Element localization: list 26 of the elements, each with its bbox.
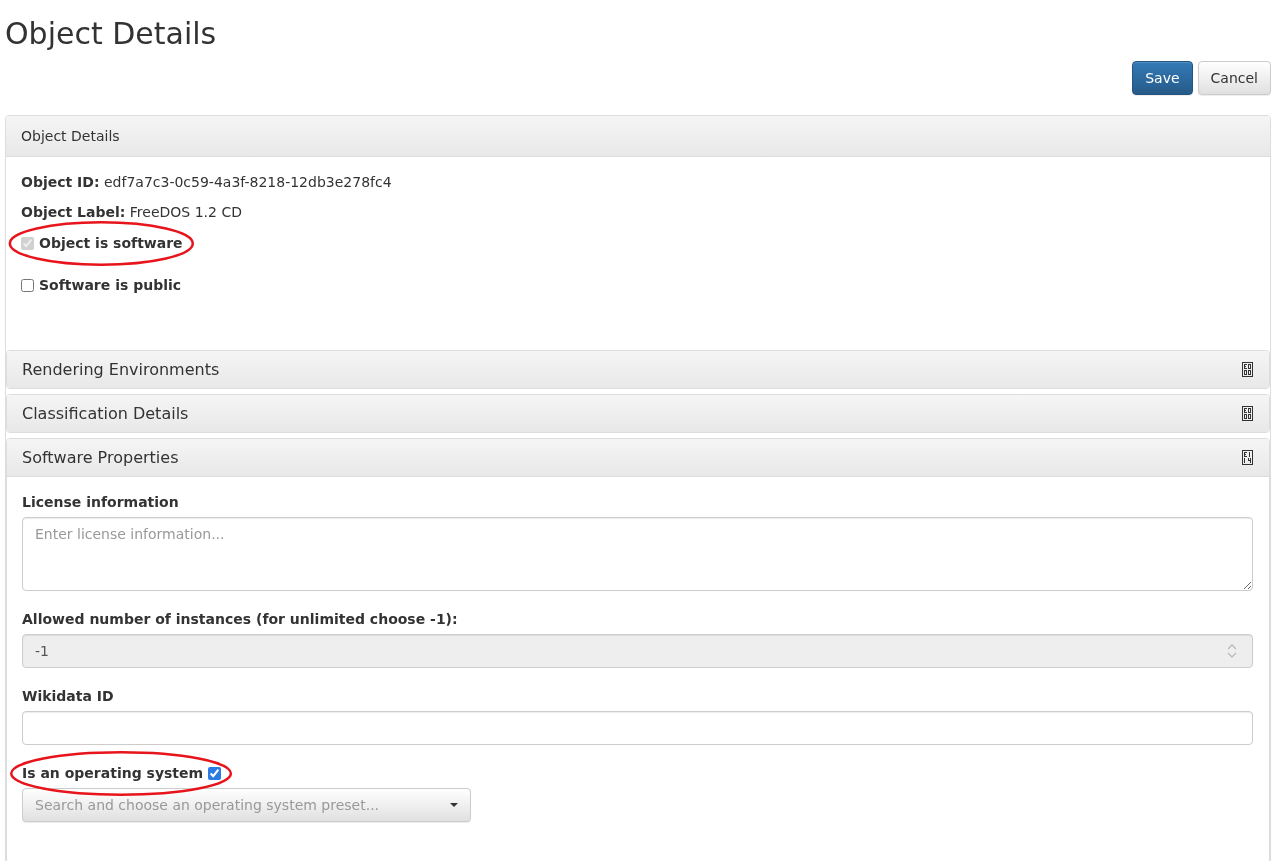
detail-text: Object Label: FreeDOS 1.2 CD — [21, 203, 242, 222]
panel-title: Rendering Environments — [22, 359, 220, 380]
license-textarea[interactable]: Enter license information... — [22, 517, 1253, 591]
glyph-box-icon[interactable] — [1242, 406, 1253, 421]
text-input[interactable] — [22, 711, 1253, 745]
cancel-button[interactable]: Cancel — [1197, 61, 1271, 95]
page-title: Object Details — [5, 17, 217, 50]
panel-title: Object Details — [21, 128, 120, 144]
detail-text: Object ID: edf7a7c3-0c59-4a3f-8218-12db3e278fc4 — [21, 173, 392, 192]
field-label: Allowed number of instances (for unlimited choose -1): — [22, 610, 458, 629]
checkbox[interactable] — [208, 766, 222, 780]
checkbox[interactable] — [21, 278, 34, 292]
panel-title: Classification Details — [22, 403, 189, 424]
caret-icon — [450, 803, 458, 807]
panel-title: Software Properties — [22, 447, 179, 468]
field-label: License information — [22, 493, 179, 512]
checkbox-label: Is an operating system — [22, 764, 204, 783]
save-button[interactable]: Save — [1132, 61, 1193, 95]
panel-header[interactable]: Rendering Environments — [7, 351, 1269, 388]
checkbox-label: Object is software — [39, 234, 183, 253]
checkbox-label: Software is public — [39, 276, 182, 295]
field-label: Wikidata ID — [22, 687, 114, 706]
glyph-box-icon[interactable] — [1242, 450, 1253, 465]
panel-header[interactable]: Classification Details — [7, 395, 1269, 432]
glyph-box-icon[interactable] — [1242, 362, 1253, 377]
panel-header[interactable]: Software Properties — [7, 439, 1269, 477]
